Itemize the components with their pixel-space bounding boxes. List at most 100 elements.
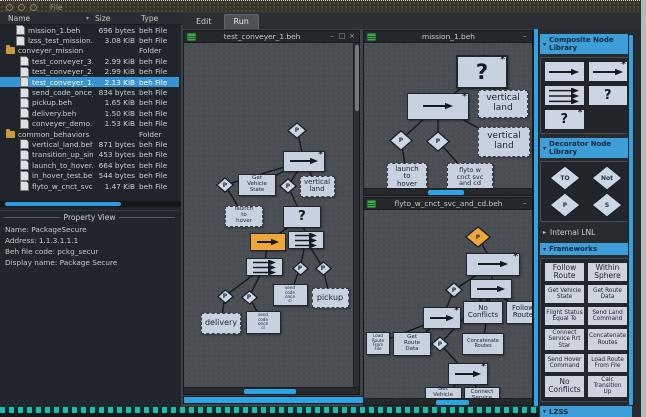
sort-arrow-icon[interactable]: ▾ (86, 15, 89, 22)
composite-node-arrow[interactable] (544, 61, 585, 82)
tree-node[interactable]: * (423, 307, 461, 329)
tree-node[interactable] (250, 233, 286, 251)
tree-node[interactable]: Concatenate Routes (462, 333, 504, 355)
framework-button[interactable]: Get Route Data (587, 284, 628, 305)
tree-node-parallel[interactable]: P (430, 336, 450, 352)
framework-button[interactable]: Load Route From File (587, 352, 628, 373)
tree-node[interactable]: vertical land (478, 127, 530, 157)
window-hscrollbar[interactable] (364, 398, 532, 405)
file-row[interactable]: common_behaviors Folder (0, 128, 179, 139)
tree-node-parallel[interactable]: P (314, 260, 332, 276)
file-row[interactable]: vertical_land.beh 871 bytes beh File (0, 139, 179, 150)
section-header[interactable]: ▾ LZSS (540, 405, 632, 417)
tree-node[interactable]: No Conflicts (463, 300, 503, 324)
section-header[interactable]: ▾ Decorator Node Library (540, 138, 632, 158)
framework-button[interactable]: Within Sphere (587, 262, 628, 283)
framework-button[interactable]: Send Land Command (587, 306, 628, 327)
window-titlebar[interactable]: test_conveyer_1.beh – □ × (184, 31, 359, 43)
tree-node[interactable]: launch to hover (387, 163, 427, 191)
tree-node[interactable]: ? (283, 206, 321, 228)
window-hscrollbar[interactable] (184, 387, 359, 394)
file-row[interactable]: pickup.beh 1.65 KiB beh File (0, 97, 179, 108)
tree-node[interactable]: vertical land (478, 90, 528, 118)
tree-node[interactable]: * (407, 92, 469, 120)
file-tree-hscrollbar[interactable] (0, 201, 181, 207)
tree-node-parallel[interactable]: P (286, 121, 308, 139)
tree-node[interactable] (288, 231, 324, 249)
tree-node[interactable]: send code once cl (272, 284, 308, 306)
tree-node[interactable]: GetVehicleState (238, 174, 276, 196)
tree-node[interactable]: * (466, 252, 520, 276)
scrollbar-thumb[interactable] (428, 190, 464, 195)
tree-node[interactable]: * (448, 363, 488, 385)
file-row[interactable]: test_conveyer_3.beh 2.99 KiB beh File (0, 56, 179, 67)
file-row[interactable]: flyto_w_cnct_svc_a... 1.47 KiB beh File (0, 181, 179, 192)
file-row[interactable]: mission_1.beh 696 bytes beh File (0, 25, 179, 36)
decorator-node-p[interactable]: P (548, 192, 582, 218)
file-row[interactable]: conveyer_mission Folder (0, 45, 179, 56)
tree-node-parallel[interactable]: P (388, 129, 414, 151)
window-titlebar[interactable]: flyto_w_cnct_svc_and_cd.beh – (364, 198, 532, 210)
framework-button[interactable]: Flight Status Equal To (544, 306, 585, 327)
file-row[interactable]: lzss_test_mission.beh 3.08 KiB beh File (0, 35, 179, 46)
window-control-dot[interactable] (30, 3, 37, 11)
tab-edit[interactable]: Edit (187, 15, 221, 29)
restore-button[interactable]: □ (338, 32, 346, 41)
framework-button[interactable]: Connect Service Rrt Star (544, 328, 585, 351)
close-button[interactable]: × (348, 32, 356, 41)
decorator-node-not[interactable]: Not (590, 165, 624, 191)
tree-node-parallel[interactable]: P (278, 178, 298, 194)
column-size[interactable]: Size (95, 14, 141, 23)
tree-node[interactable]: Follow Route (506, 300, 532, 324)
decorator-node-to[interactable]: TO (548, 165, 582, 191)
window-control-dot[interactable] (18, 3, 25, 11)
framework-button[interactable]: Concatenate Routes (587, 328, 628, 351)
file-row[interactable]: launch_to_hover.beh 664 bytes beh File (0, 160, 179, 171)
tree-node[interactable]: send code once cl (245, 310, 281, 334)
behavior-canvas[interactable]: ? * * vertical land P Pvertical land launch to hov… (364, 43, 532, 195)
file-row[interactable]: send_code_once_d... 834 bytes beh File (0, 87, 179, 98)
minimize-button[interactable]: – (521, 32, 529, 41)
file-row[interactable]: transition_up_simpl... 453 bytes beh File (0, 149, 179, 160)
composite-node-arrow-star[interactable]: * (587, 61, 628, 82)
tree-node[interactable]: vertical land (299, 175, 335, 197)
decorator-node-s[interactable]: S (590, 192, 624, 218)
column-name[interactable]: Name (0, 14, 86, 23)
window-control-dot[interactable] (6, 3, 13, 11)
composite-node-question-star[interactable]: ? * (544, 109, 585, 130)
tree-node[interactable]: delivery (201, 312, 241, 334)
internal-lnl-section[interactable]: ▸ Internal LNL (543, 228, 633, 237)
tree-node-parallel[interactable]: P (425, 130, 451, 152)
tree-node-parallel[interactable]: P (216, 288, 234, 304)
framework-button[interactable]: Send Hover Command (544, 352, 585, 373)
section-header[interactable]: ▾ Composite Node Library (540, 34, 632, 54)
tree-node[interactable]: Load Route From File (366, 331, 390, 355)
tree-node[interactable]: Get Route Data (393, 332, 431, 356)
minimize-button[interactable]: – (328, 32, 336, 41)
composite-node-question[interactable]: ? (587, 85, 628, 106)
tree-node[interactable] (245, 258, 283, 276)
file-menu[interactable]: File (50, 3, 63, 12)
minimize-button[interactable]: – (521, 199, 529, 208)
file-row[interactable]: test_conveyer_1.beh 2.13 KiB beh File (0, 76, 179, 88)
composite-node-triple[interactable] (544, 85, 585, 106)
tree-node-parallel[interactable]: P (291, 260, 309, 276)
window-titlebar[interactable]: mission_1.beh – (364, 31, 532, 43)
tree-node[interactable]: launch to hover (225, 205, 263, 227)
tree-node[interactable] (470, 279, 512, 299)
file-row[interactable]: conveyer_demo.beh 1.53 KiB beh File (0, 118, 179, 129)
tree-node-parallel[interactable]: P (240, 289, 258, 305)
framework-button[interactable]: No Conflicts (544, 374, 585, 398)
scrollbar-thumb[interactable] (5, 202, 121, 206)
tree-node[interactable]: flyto w cnct svc and cd (447, 163, 493, 191)
tree-node[interactable]: pickup (311, 288, 349, 308)
window-vscrollbar[interactable] (353, 43, 359, 387)
scrollbar-thumb[interactable] (436, 400, 469, 405)
tree-node[interactable]: * (283, 150, 325, 172)
framework-button[interactable]: Get Vehicle State (544, 284, 585, 305)
tree-node-parallel[interactable]: P (464, 226, 492, 248)
framework-button[interactable]: Follow Route (544, 262, 585, 283)
window-hscrollbar[interactable] (364, 188, 532, 195)
behavior-canvas[interactable]: P * P Get Vehicle State Pvertical land launch to h… (184, 43, 359, 394)
column-type[interactable]: Type (141, 14, 183, 23)
